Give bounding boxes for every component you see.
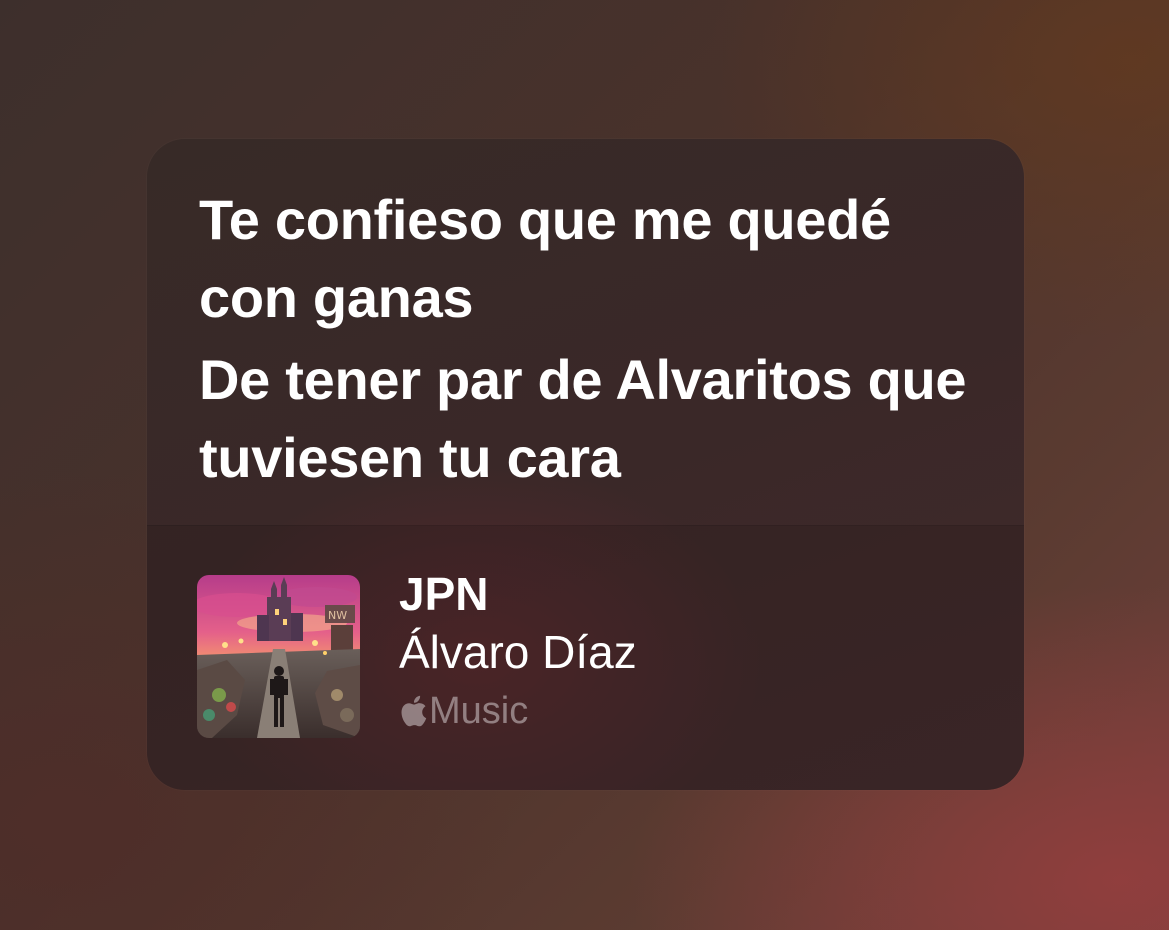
lyrics-block: Te confieso que me quedé con ganas De te… [199, 181, 989, 497]
service-label: Music [429, 689, 529, 732]
lyric-line: Te confieso que me quedé con ganas [199, 188, 891, 329]
now-playing-section[interactable]: NW JPN Álvaro Díaz Music [147, 526, 1024, 790]
lyric-line: De tener par de Alvaritos que tuviesen t… [199, 348, 967, 489]
track-title[interactable]: JPN [399, 567, 488, 621]
svg-text:NW: NW [328, 609, 347, 622]
track-artist[interactable]: Álvaro Díaz [399, 625, 637, 679]
apple-music-badge: Music [399, 689, 529, 732]
album-artwork[interactable]: NW [197, 575, 360, 738]
lyrics-share-card: Te confieso que me quedé con ganas De te… [147, 139, 1024, 790]
apple-logo-icon [399, 695, 427, 727]
